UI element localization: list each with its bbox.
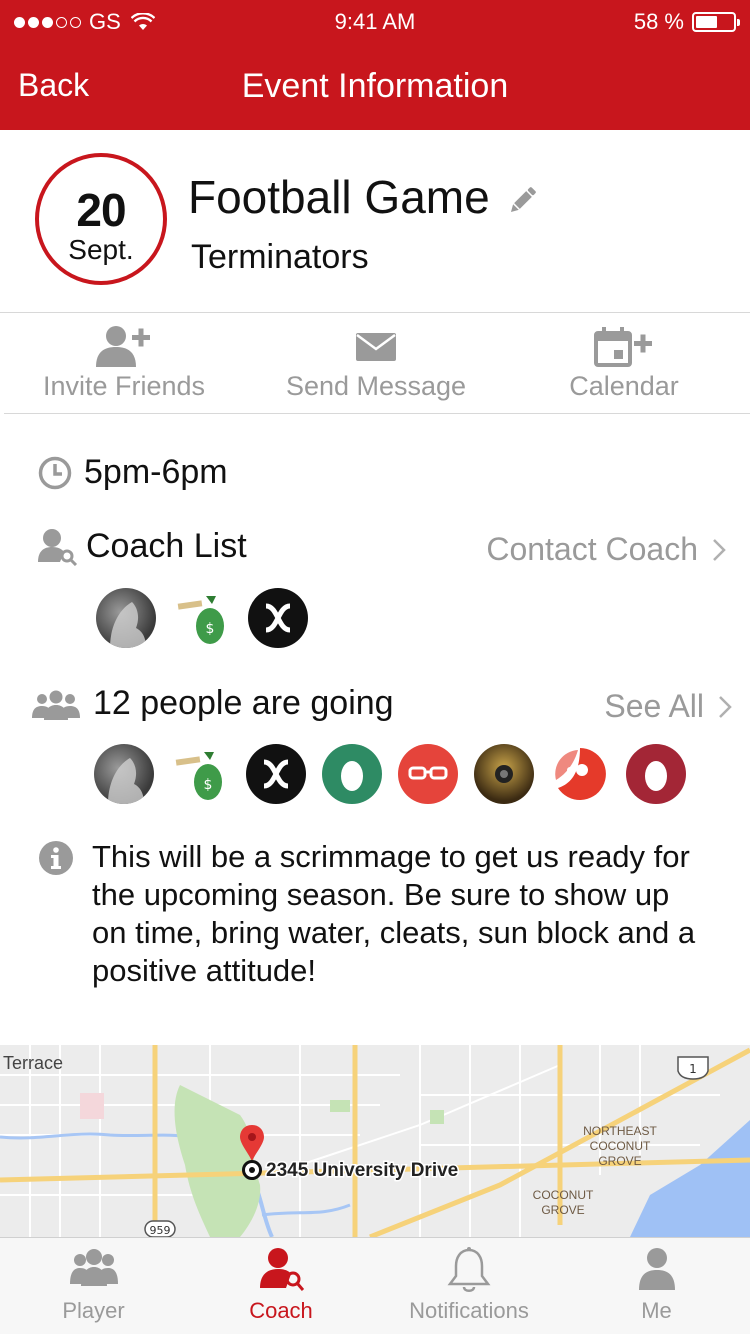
avatar[interactable]: [246, 744, 306, 804]
status-bar: GS 9:41 AM 58 %: [0, 0, 750, 40]
event-title: Football Game: [188, 171, 490, 223]
nav-bar: Back Event Information: [0, 40, 750, 130]
tab-coach-label: Coach: [249, 1298, 313, 1323]
map-label-terrace: Terrace: [3, 1053, 63, 1073]
envelope-icon: [356, 333, 396, 361]
avatar[interactable]: $: [170, 744, 230, 804]
contact-coach-label: Contact Coach: [486, 531, 698, 567]
chevron-right-icon: [713, 538, 726, 561]
see-all-link[interactable]: See All: [604, 688, 732, 725]
tab-player[interactable]: Player: [0, 1238, 187, 1334]
clock-icon: [38, 456, 72, 489]
coach-list-row: Coach List Contact Coach: [38, 525, 738, 570]
coach-icon: [38, 529, 78, 566]
coach-list-heading: Coach List: [86, 527, 247, 565]
page-title: Event Information: [241, 67, 509, 105]
pencil-icon[interactable]: [505, 182, 541, 218]
svg-text:$: $: [206, 621, 215, 637]
route-959-shield: 959: [144, 1220, 176, 1237]
date-day: 20: [76, 184, 126, 236]
map-canvas: 1 959 Terrace NORTHEAST COCONUT GROVE CO…: [0, 1045, 750, 1237]
svg-text:1: 1: [689, 1062, 697, 1076]
invite-friends-button[interactable]: Invite Friends: [24, 313, 224, 413]
see-all-label: See All: [604, 688, 704, 724]
group-icon: [32, 690, 80, 720]
coach-avatars: $: [96, 588, 308, 648]
avatar[interactable]: [322, 744, 382, 804]
tab-bar: Player Coach Notifications Me: [0, 1237, 750, 1334]
user-icon: [638, 1248, 675, 1290]
avatar[interactable]: [94, 744, 154, 804]
avatar[interactable]: $: [172, 588, 232, 648]
calendar-plus-icon: [594, 327, 652, 367]
group-icon: [69, 1249, 118, 1286]
event-header: 20 Sept. Football Game Terminators: [0, 130, 750, 313]
event-map[interactable]: 1 959 Terrace NORTHEAST COCONUT GROVE CO…: [0, 1045, 750, 1237]
info-icon: [39, 841, 73, 875]
send-message-label: Send Message: [285, 371, 467, 401]
avatar[interactable]: [248, 588, 308, 648]
tab-me[interactable]: Me: [563, 1238, 750, 1334]
svg-text:COCONUT: COCONUT: [590, 1139, 651, 1153]
svg-text:GROVE: GROVE: [598, 1154, 641, 1168]
event-time-row: 5pm-6pm: [38, 450, 228, 495]
svg-text:$: $: [204, 777, 213, 793]
calendar-button[interactable]: Calendar: [524, 313, 724, 413]
attendee-avatars: $: [94, 744, 686, 804]
map-label-coconut-grove: COCONUT: [533, 1188, 594, 1202]
calendar-label: Calendar: [569, 371, 679, 401]
avatar[interactable]: [626, 744, 686, 804]
battery-status: 58 %: [633, 9, 740, 35]
map-address: 2345 University Drive: [266, 1160, 458, 1181]
avatar[interactable]: [96, 588, 156, 648]
bell-icon: [447, 1247, 491, 1292]
coach-icon: [260, 1248, 304, 1291]
send-message-button[interactable]: Send Message: [276, 313, 476, 413]
map-label-northeast: NORTHEAST: [583, 1124, 657, 1138]
svg-text:959: 959: [150, 1224, 171, 1237]
svg-text:GROVE: GROVE: [541, 1203, 584, 1217]
action-bar: Invite Friends Send Message Calendar: [4, 313, 750, 414]
avatar[interactable]: [550, 744, 610, 804]
tab-notifications[interactable]: Notifications: [375, 1238, 563, 1334]
tab-me-label: Me: [641, 1298, 672, 1323]
tab-coach[interactable]: Coach: [187, 1238, 375, 1334]
route-1-shield: 1: [677, 1056, 709, 1080]
event-team: Terminators: [191, 238, 369, 276]
event-description: This will be a scrimmage to get us ready…: [92, 839, 696, 988]
battery-icon: [692, 12, 740, 32]
date-badge: 20 Sept.: [35, 153, 167, 285]
battery-percent: 58 %: [633, 9, 684, 34]
tab-player-label: Player: [62, 1298, 125, 1323]
chevron-right-icon: [719, 695, 732, 718]
user-plus-icon: [96, 326, 150, 367]
invite-friends-label: Invite Friends: [42, 371, 206, 401]
contact-coach-link[interactable]: Contact Coach: [486, 531, 726, 568]
attendees-row: 12 people are going See All: [32, 682, 738, 727]
date-month: Sept.: [68, 234, 134, 265]
avatar[interactable]: [398, 744, 458, 804]
avatar[interactable]: [474, 744, 534, 804]
event-time: 5pm-6pm: [84, 453, 228, 491]
attendees-heading: 12 people are going: [93, 684, 394, 722]
tab-notifications-label: Notifications: [409, 1298, 529, 1323]
